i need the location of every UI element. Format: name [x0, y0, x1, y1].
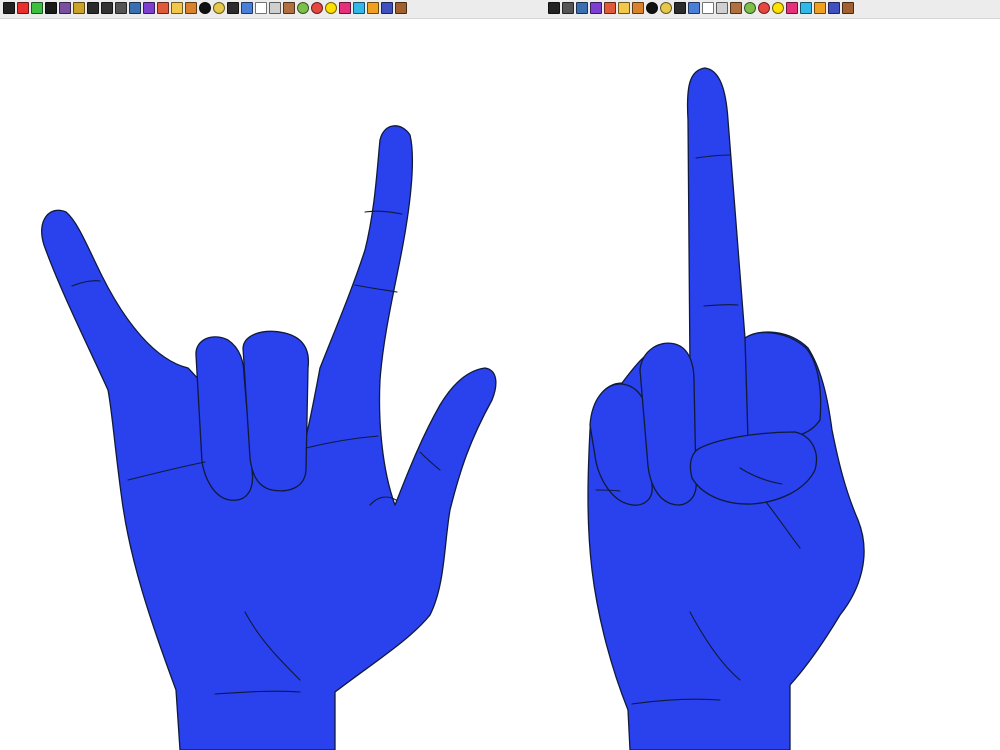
rock-horns-hand — [41, 125, 497, 750]
rock-middle-finger-folded — [242, 330, 310, 492]
middle-finger-hand — [587, 67, 865, 750]
middle-finger-fold-3 — [744, 331, 822, 441]
drawing-svg — [41, 67, 865, 750]
drawing-canvas[interactable] — [0, 19, 1000, 750]
